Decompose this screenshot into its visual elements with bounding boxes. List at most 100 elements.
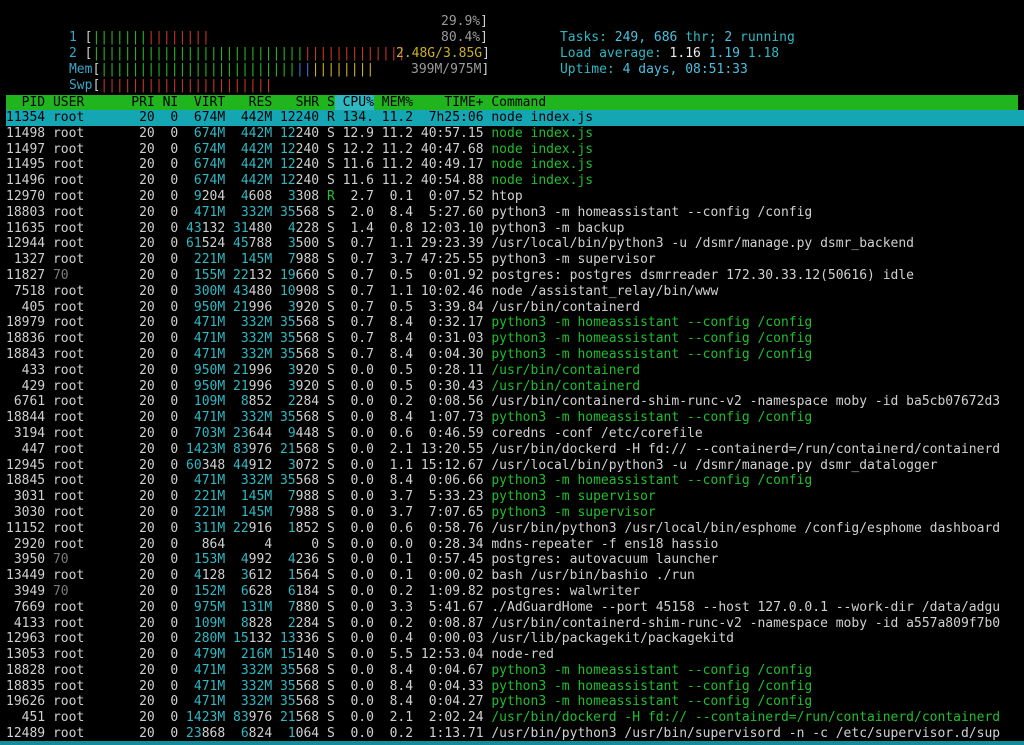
cell-mem: 0.2 [389, 583, 414, 599]
cell-shr: 15140 [279, 647, 320, 663]
cell-s: S [326, 204, 335, 220]
process-row[interactable]: 447 root 20 0 1423M 83976 21568 S 0.0 2.1 13:20.55… [6, 442, 1024, 458]
process-row[interactable]: 11495 root 20 0 674M 442M 12240 S 11.6 11.2 40:49.… [6, 157, 1024, 173]
process-row[interactable]: 12970 root 20 0 9204 4608 3308 R 2.7 0.1 0:07.52 ht… [6, 189, 1024, 205]
cell-s: S [326, 346, 335, 362]
process-row[interactable]: 11152 root 20 0 311M 22916 1852 S 0.0 0.6 0:58.76 /… [6, 521, 1024, 537]
cell-ni: 0 [170, 410, 179, 426]
cell-pri: 20 [139, 141, 155, 157]
process-row[interactable]: 1327 root 20 0 221M 145M 7988 S 0.7 3.7 47:25.55 py… [6, 252, 1024, 268]
cell-res: 15132 [233, 631, 273, 647]
process-row[interactable]: 13449 root 20 0 4128 3612 1564 S 0.0 0.1 0:00.02 ba… [6, 568, 1024, 584]
cell-command: python3 -m supervisor [491, 252, 656, 268]
cell-mem: 1.1 [389, 283, 414, 299]
cell-virt: 950M [193, 299, 226, 315]
process-row[interactable]: 18828 root 20 0 471M 332M 35568 S 0.0 8.4 0:04.67 p… [6, 663, 1024, 679]
process-row[interactable]: 451 root 20 0 1423M 83976 21568 S 0.0 2.1 2:02.24 /… [6, 710, 1024, 726]
process-row[interactable]: 3950 70 20 0 153M 4992 4236 S 0.0 0.1 0:57.45 postg… [6, 552, 1024, 568]
cell-time: 10:02.46 [420, 283, 484, 299]
cell-pri: 20 [139, 536, 155, 552]
process-row[interactable]: 2920 root 20 0 864 4 0 S 0.0 0.0 0:28.34 mdns-repea… [6, 537, 1024, 553]
process-row[interactable]: 18803 root 20 0 471M 332M 35568 S 2.0 8.4 5:27.60 p… [6, 205, 1024, 221]
process-row[interactable]: 3949 70 20 0 152M 6628 6184 S 0.0 0.2 1:09.82 postg… [6, 584, 1024, 600]
cell-shr: 3920 [287, 378, 320, 394]
cell-command: python3 -m homeassistant --config /confi… [491, 662, 813, 678]
cell-res: 442M [240, 173, 273, 189]
cell-user: root [52, 678, 85, 694]
cell-cpu: 134. [342, 110, 374, 125]
cell-time: 40:47.68 [420, 141, 484, 157]
cell-pid: 13053 [6, 647, 46, 663]
process-row[interactable]: 18843 root 20 0 471M 332M 35568 S 0.7 8.4 0:04.30 p… [6, 347, 1024, 363]
process-row[interactable]: 11354 root 20 0 674M 442M 12240 R 134. 11.2 7h25:0… [6, 110, 1024, 126]
process-row[interactable]: 12963 root 20 0 280M 15132 13336 S 0.0 0.4 0:00.03… [6, 631, 1024, 647]
cell-ni: NI [162, 95, 179, 110]
process-row[interactable]: 3031 root 20 0 221M 145M 7988 S 0.0 3.7 5:33.23 pyt… [6, 489, 1024, 505]
cell-user: 70 [52, 267, 69, 283]
process-row[interactable]: 18979 root 20 0 471M 332M 35568 S 0.7 8.4 0:32.17 p… [6, 315, 1024, 331]
cell-pri: 20 [139, 188, 155, 204]
process-row[interactable]: 18845 root 20 0 471M 332M 35568 S 0.0 8.4 0:06.66 p… [6, 473, 1024, 489]
process-row[interactable]: 3030 root 20 0 221M 145M 7988 S 0.0 3.7 7:07.65 pyt… [6, 505, 1024, 521]
cell-virt: 109M [193, 615, 226, 631]
cell-pri: 20 [139, 220, 155, 236]
cell-command: node index.js [491, 157, 594, 173]
cell-ni: 0 [170, 125, 179, 141]
column-command[interactable]: Command [484, 95, 546, 110]
cell-time: 5:33.23 [428, 489, 484, 505]
process-row[interactable]: 3194 root 20 0 703M 23644 9448 S 0.0 0.6 0:46.59 co… [6, 426, 1024, 442]
process-row[interactable]: 18836 root 20 0 471M 332M 35568 S 0.7 8.4 0:31.03 p… [6, 331, 1024, 347]
cell-pri: 20 [139, 331, 155, 347]
process-row[interactable]: 11497 root 20 0 674M 442M 12240 S 12.2 11.2 40:47.… [6, 142, 1024, 158]
process-row[interactable]: 433 root 20 0 950M 21996 3920 S 0.0 0.5 0:28.11/us… [6, 363, 1024, 379]
process-row[interactable]: 12944 root 20 0 61524 45788 3500 S 0.7 1.1 29:23.3… [6, 236, 1024, 252]
process-row[interactable]: 11498 root 20 0 674M 442M 12240 S 12.9 11.2 40:57.… [6, 126, 1024, 142]
cell-pri: 20 [139, 726, 155, 742]
cell-s: S [326, 536, 335, 552]
cell-virt: 471M [193, 331, 226, 347]
cell-shr: 35568 [279, 694, 320, 710]
process-row[interactable]: 13053 root 20 0 479M 216M 15140 S 0.0 5.5 12:53.04… [6, 647, 1024, 663]
process-row[interactable]: 6761 root 20 0 109M 8852 2284 S 0.0 0.2 0:08.56/us… [6, 394, 1024, 410]
cell-cpu: 12.9 [342, 125, 374, 141]
process-row[interactable]: 7669 root 20 0 975M 131M 7880 S 0.0 3.3 5:41.67 ./A… [6, 600, 1024, 616]
process-row[interactable]: 11496 root 20 0 674M 442M 12240 S 11.6 11.2 40:54.… [6, 173, 1024, 189]
process-table-header[interactable]: PID USER PRI NI VIRT RES SHR S CPU% MEM% TIME+ Comm… [6, 95, 1018, 111]
process-row[interactable]: 18844 root 20 0 471M 332M 35568 S 0.0 8.4 1:07.73 p… [6, 410, 1024, 426]
cell-user: root [52, 252, 85, 268]
cell-command: node index.js [491, 141, 594, 157]
cell-virt: 60348 [186, 457, 226, 473]
cell-cpu: 0.0 [350, 410, 374, 426]
cell-time: 0:04.30 [428, 346, 484, 362]
process-row[interactable]: 429 root 20 0 950M 21996 3920 S 0.0 0.5 0:30.43/us… [6, 379, 1024, 395]
cell-command: htop [491, 188, 523, 204]
process-row[interactable]: 11827 70 20 0 155M 22132 19660 S 0.7 0.5 0:01.92 po… [6, 268, 1024, 284]
cell-pri: 20 [139, 694, 155, 710]
process-row[interactable]: 12945 root 20 0 60348 44912 3072 S 0.0 1.1 15:12.6… [6, 458, 1024, 474]
cell-shr: 9448 [287, 425, 320, 441]
cell-user: root [52, 520, 85, 536]
process-row[interactable]: 11635 root 20 0 43132 31480 4228 S 1.4 0.8 12:03.1… [6, 221, 1024, 237]
cell-pid: 12970 [6, 188, 46, 204]
cell-s: S [326, 473, 335, 489]
cell-s: S [326, 631, 335, 647]
cell-mem: 0.5 [389, 299, 414, 315]
cell-mem: 8.4 [389, 473, 414, 489]
cell-s: S [326, 694, 335, 710]
cell-pid: 11495 [6, 157, 46, 173]
process-row[interactable]: 7518 root 20 0 300M 43480 10908 S 0.7 1.1 10:02.46… [6, 284, 1024, 300]
process-row[interactable]: 19626 root 20 0 471M 332M 35568 S 0.0 8.4 0:04.27 p… [6, 694, 1024, 710]
process-list[interactable]: 11354 root 20 0 674M 442M 12240 R 134. 11.2 7h25:0… [6, 110, 1024, 742]
cell-shr: 35568 [279, 662, 320, 678]
cell-time: TIME+ [444, 95, 484, 110]
cell-pri: 20 [139, 204, 155, 220]
process-row[interactable]: 4133 root 20 0 109M 8828 2284 S 0.0 0.2 0:08.87/us… [6, 616, 1024, 632]
cell-ni: 0 [170, 331, 179, 347]
cell-pid: 11496 [6, 173, 46, 189]
cell-time: 1:09.82 [428, 583, 484, 599]
cell-ni: 0 [170, 504, 179, 520]
process-row[interactable]: 12489 root 20 0 23868 6824 1064 S 0.0 0.2 1:13.71 /… [6, 726, 1024, 742]
process-row[interactable]: 405 root 20 0 950M 21996 3920 S 0.7 0.5 3:39.84/us… [6, 300, 1024, 316]
function-key-bar[interactable] [0, 741, 1024, 745]
process-row[interactable]: 18835 root 20 0 471M 332M 35568 S 0.0 8.4 0:04.33 p… [6, 679, 1024, 695]
